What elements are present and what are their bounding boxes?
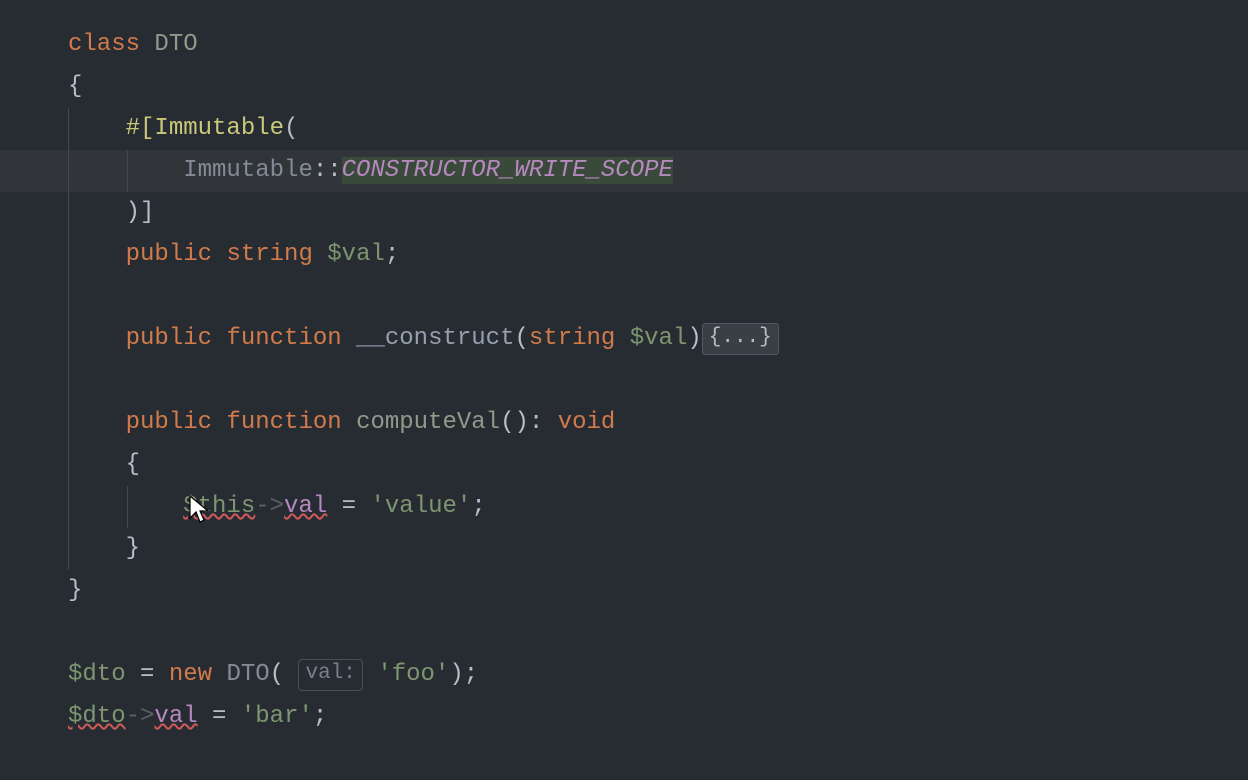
token-property-error: val — [284, 493, 327, 520]
token-brace: { — [68, 73, 82, 100]
code-line[interactable]: } — [0, 570, 1248, 612]
token-variable-error: $this — [183, 493, 255, 520]
token-paren-semi: ); — [449, 661, 478, 688]
token-keyword: public — [126, 409, 212, 436]
code-line[interactable]: { — [0, 66, 1248, 108]
token-variable: $val — [630, 325, 688, 352]
token-eq: = — [126, 661, 169, 688]
code-line[interactable]: $dto->val = 'bar'; — [0, 696, 1248, 738]
token-constant: CONSTRUCTOR_WRITE_SCOPE — [342, 157, 673, 184]
token-arrow: -> — [126, 703, 155, 730]
token-paren: ( — [284, 115, 298, 142]
token-property-error: val — [154, 703, 197, 730]
token-string: 'bar' — [241, 703, 313, 730]
token-paren: ) — [687, 325, 701, 352]
token-brace: { — [126, 451, 140, 478]
token-attribute-close: )] — [126, 199, 155, 226]
token-eq: = — [327, 493, 370, 520]
code-line[interactable] — [0, 276, 1248, 318]
token-paren: ( — [515, 325, 529, 352]
parameter-hint: val: — [298, 659, 362, 691]
code-line[interactable]: public function computeVal(): void — [0, 402, 1248, 444]
token-semi: ; — [385, 241, 399, 268]
token-keyword: function — [226, 325, 341, 352]
token-method-name: __construct — [356, 325, 514, 352]
code-line[interactable]: Immutable::CONSTRUCTOR_WRITE_SCOPE — [0, 150, 1248, 192]
token-class-ref: DTO — [226, 661, 269, 688]
code-line[interactable]: #[Immutable( — [0, 108, 1248, 150]
code-line[interactable]: $this->val = 'value'; — [0, 486, 1248, 528]
code-editor[interactable]: class DTO { #[Immutable( Immutable::CONS… — [0, 0, 1248, 738]
token-class-ref: Immutable — [183, 157, 313, 184]
token-type: string — [529, 325, 615, 352]
token-semi: ; — [313, 703, 327, 730]
token-attribute-open: #[ — [126, 115, 155, 142]
token-keyword: new — [169, 661, 212, 688]
token-class-name: DTO — [154, 31, 197, 58]
token-signature: (): — [500, 409, 558, 436]
code-line[interactable]: { — [0, 444, 1248, 486]
code-line[interactable]: class DTO — [0, 24, 1248, 66]
token-brace: } — [126, 535, 140, 562]
token-keyword: class — [68, 31, 140, 58]
token-attribute-name: Immutable — [154, 115, 284, 142]
token-method-name: computeVal — [356, 409, 500, 436]
token-semi: ; — [471, 493, 485, 520]
token-keyword: function — [226, 409, 341, 436]
token-string: 'foo' — [377, 661, 449, 688]
token-variable: $dto — [68, 661, 126, 688]
token-return-type: void — [558, 409, 616, 436]
token-scope: :: — [313, 157, 342, 184]
token-keyword: public — [126, 325, 212, 352]
code-line[interactable]: $dto = new DTO( val: 'foo'); — [0, 654, 1248, 696]
token-brace: } — [68, 577, 82, 604]
token-string: 'value' — [370, 493, 471, 520]
token-arrow: -> — [255, 493, 284, 520]
code-line[interactable]: public string $val; — [0, 234, 1248, 276]
token-variable: $val — [327, 241, 385, 268]
code-line[interactable]: } — [0, 528, 1248, 570]
token-space — [140, 31, 154, 58]
code-line[interactable] — [0, 360, 1248, 402]
token-keyword: public — [126, 241, 212, 268]
code-line[interactable]: public function __construct(string $val)… — [0, 318, 1248, 360]
code-fold-marker[interactable]: {...} — [702, 323, 779, 355]
token-type: string — [226, 241, 312, 268]
token-variable-error: $dto — [68, 703, 126, 730]
code-line[interactable] — [0, 612, 1248, 654]
token-eq: = — [198, 703, 241, 730]
code-line[interactable]: )] — [0, 192, 1248, 234]
token-paren: ( — [270, 661, 284, 688]
